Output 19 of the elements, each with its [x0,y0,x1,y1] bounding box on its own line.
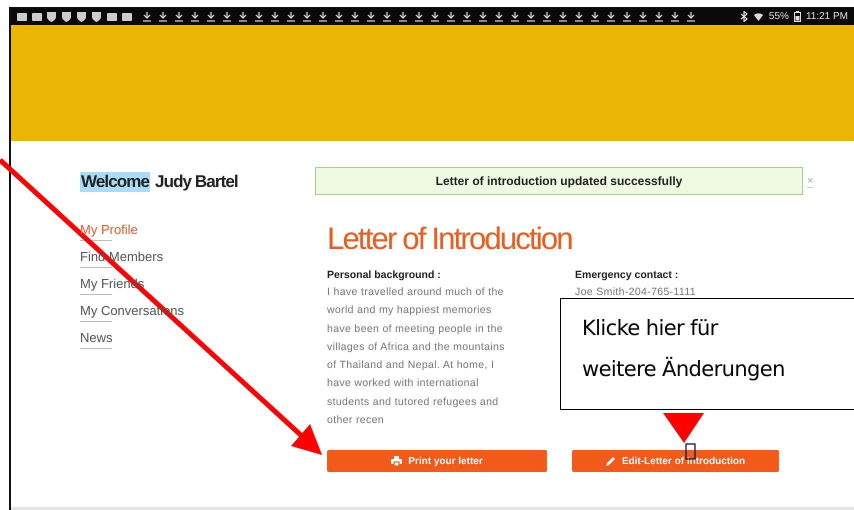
nav-link[interactable]: News [80,330,113,345]
pencil-icon [606,456,616,466]
section-heading: Personal background : [327,269,442,281]
welcome-word: Welcome [80,172,150,192]
callout-text: Klicke hier für weitere Änderungen [582,315,786,383]
battery-level: 55% [768,11,789,22]
section-heading: Emergency contact : [575,269,680,281]
clock: 11:21 PM [806,11,848,22]
user-name: Judy Bartel [155,172,238,192]
page-title: Letter of Introduction [327,221,573,257]
wifi-icon [752,11,764,22]
printer-icon [391,456,402,466]
battery-icon [794,11,801,22]
section-text: Joe Smith-204-765-1111 [575,285,697,300]
pointer-triangle [663,413,704,443]
success-alert: Letter of introduction updated successfully [315,167,803,195]
section-text: I have travelled around much of the world and my happiest memories have been of meeting people in the villages of Africa and the mountains of Thailand and Nepal. At home, I have worked with international students and tutored refugees and other recen [327,285,506,428]
bluetooth-icon [740,11,748,22]
nav-link[interactable]: Find Members [80,249,164,264]
